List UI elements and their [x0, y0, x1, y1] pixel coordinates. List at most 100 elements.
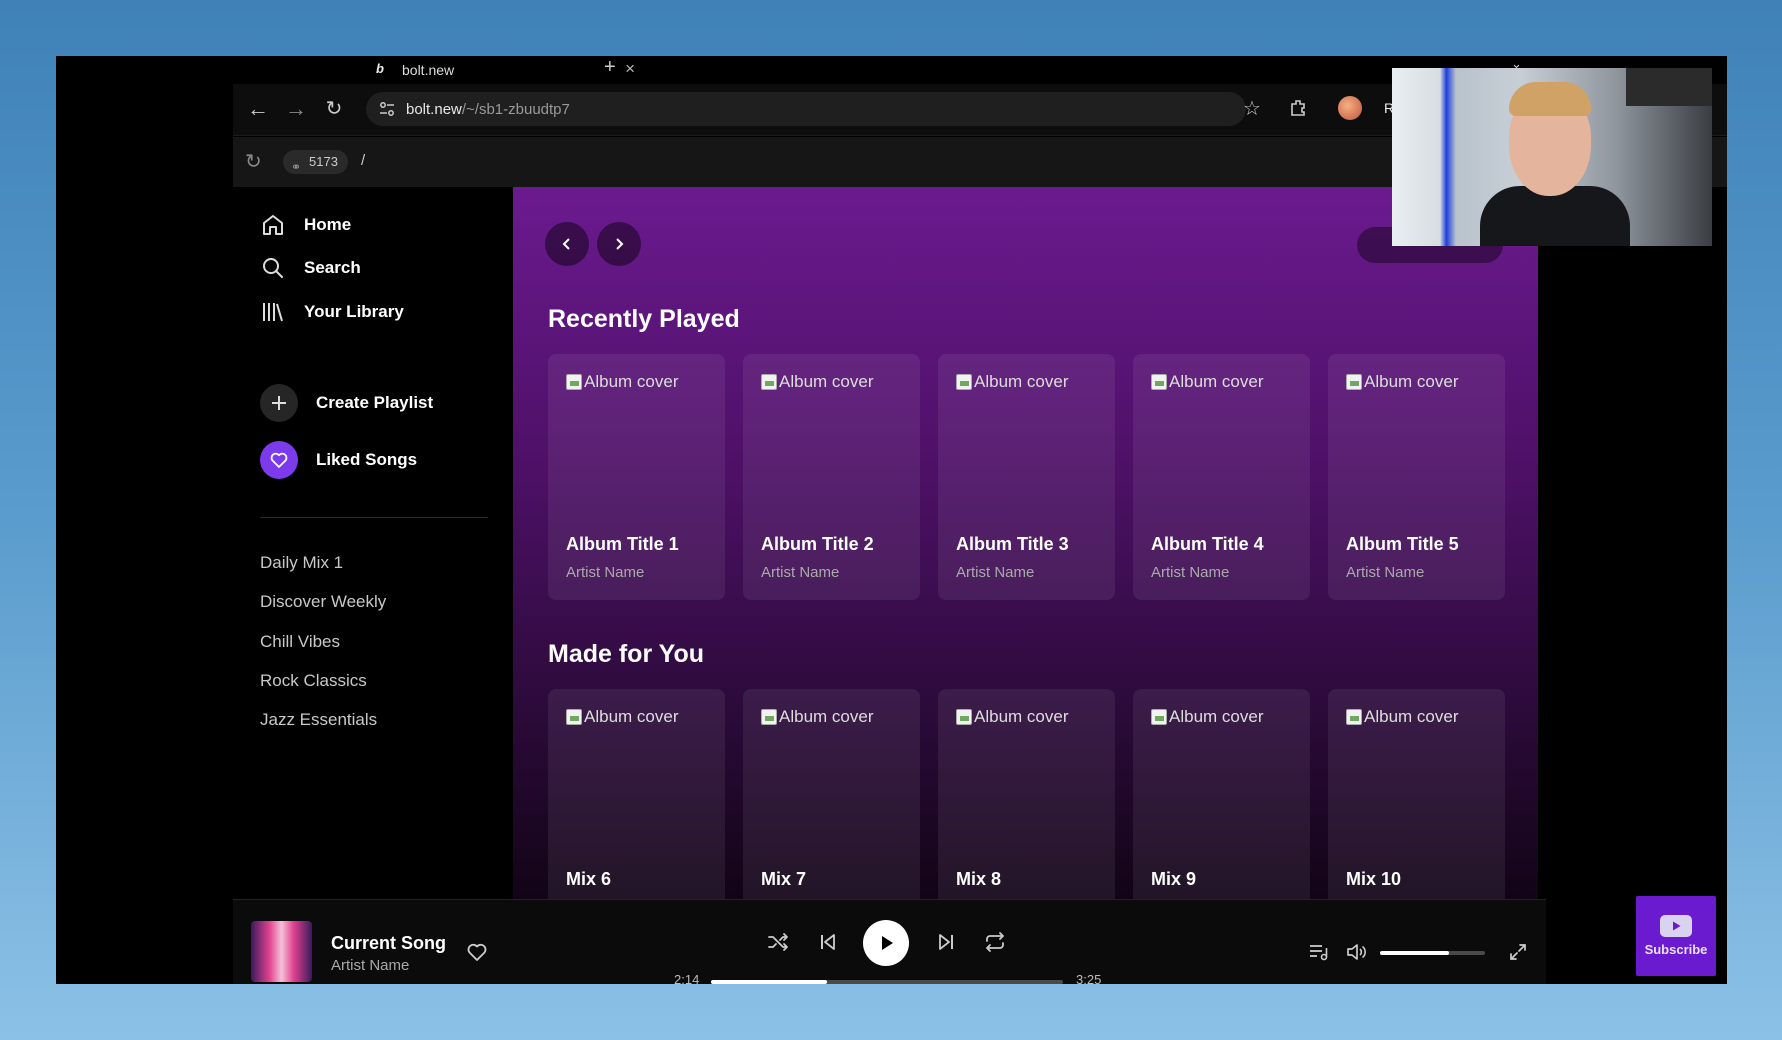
port-number: 5173 — [309, 154, 338, 169]
broken-image-icon — [956, 709, 972, 725]
broken-image-icon — [566, 709, 582, 725]
nav-search[interactable]: Search — [260, 255, 361, 281]
reload-icon[interactable]: ↻ — [321, 96, 347, 122]
playlist-item[interactable]: Jazz Essentials — [260, 710, 377, 730]
now-playing-artist: Artist Name — [331, 957, 410, 974]
preview-reload-icon[interactable]: ↻ — [245, 149, 262, 174]
volume-icon[interactable] — [1345, 942, 1367, 962]
previous-track-icon[interactable] — [816, 930, 840, 954]
url-host: bolt.new — [406, 100, 462, 118]
repeat-icon[interactable] — [983, 930, 1007, 954]
section-title-recently-played: Recently Played — [548, 305, 740, 333]
album-title: Album Title 5 — [1346, 534, 1459, 554]
album-title: Album Title 1 — [566, 534, 679, 554]
album-card[interactable]: Album cover Album Title 2 Artist Name — [743, 354, 920, 600]
mix-card[interactable]: Album cover Mix 9 — [1133, 689, 1310, 899]
subscribe-button[interactable]: Subscribe — [1636, 896, 1716, 976]
webcam-shelf — [1626, 68, 1712, 106]
album-card[interactable]: Album cover Album Title 1 Artist Name — [548, 354, 725, 600]
album-cover: Album cover — [761, 372, 873, 392]
nav-search-label: Search — [304, 258, 361, 277]
album-cover: Album cover — [761, 707, 873, 727]
progress-bar[interactable] — [711, 980, 1063, 984]
nav-library-label: Your Library — [304, 302, 404, 321]
tab-close-icon[interactable]: × — [625, 59, 635, 79]
chevron-right-icon — [616, 238, 624, 250]
subscribe-label: Subscribe — [1644, 942, 1708, 957]
playlist-item[interactable]: Rock Classics — [260, 671, 367, 691]
address-bar[interactable]: bolt.new/~/sb1-zbuudtp7 — [366, 92, 1246, 126]
player-bar: Current Song Artist Name 2:14 3:25 — [233, 899, 1546, 984]
mix-card[interactable]: Album cover Mix 7 — [743, 689, 920, 899]
back-button[interactable] — [545, 222, 589, 266]
album-card[interactable]: Album cover Album Title 5 Artist Name — [1328, 354, 1505, 600]
broken-image-icon — [1151, 374, 1167, 390]
mix-card[interactable]: Album cover Mix 6 — [548, 689, 725, 899]
heart-icon — [260, 441, 298, 479]
nav-home[interactable]: Home — [260, 212, 351, 238]
music-app: Home Search Your Library Create Playlist… — [233, 187, 1546, 899]
volume-slider[interactable] — [1380, 951, 1485, 955]
tab-title: bolt.new — [402, 62, 455, 78]
album-card[interactable]: Album cover Album Title 3 Artist Name — [938, 354, 1115, 600]
forward-button[interactable] — [597, 222, 641, 266]
playlist-item[interactable]: Discover Weekly — [260, 592, 386, 612]
new-tab-button[interactable]: + — [604, 56, 616, 79]
extensions-icon[interactable] — [1289, 98, 1309, 118]
liked-songs-button[interactable]: Liked Songs — [260, 441, 417, 479]
chevron-left-icon — [562, 238, 570, 250]
mix-title: Mix 8 — [956, 869, 1002, 889]
broken-image-icon — [1346, 374, 1362, 390]
album-cover: Album cover — [566, 707, 678, 727]
mix-title: Mix 6 — [566, 869, 612, 889]
album-cover: Album cover — [956, 707, 1068, 727]
shuffle-icon[interactable] — [766, 930, 790, 954]
like-heart-icon[interactable] — [466, 942, 488, 962]
progress-fill — [711, 980, 828, 984]
mix-card[interactable]: Album cover Mix 10 — [1328, 689, 1505, 899]
main-content: Recently Played Album cover Album Title … — [513, 187, 1538, 899]
create-playlist-button[interactable]: Create Playlist — [260, 384, 433, 422]
sidebar-divider — [260, 517, 488, 518]
forward-arrow-icon[interactable]: → — [283, 96, 309, 122]
sidebar: Home Search Your Library Create Playlist… — [233, 187, 513, 899]
port-badge[interactable]: ⚭ 5173 — [283, 150, 348, 174]
preview-path[interactable]: / — [361, 152, 365, 169]
playlist-item[interactable]: Daily Mix 1 — [260, 553, 343, 573]
section-title-made-for-you: Made for You — [548, 640, 705, 668]
next-track-icon[interactable] — [934, 930, 958, 954]
album-title: Album Title 2 — [761, 534, 874, 554]
mix-card[interactable]: Album cover Mix 8 — [938, 689, 1115, 899]
profile-avatar[interactable] — [1338, 96, 1362, 120]
total-duration: 3:25 — [1076, 972, 1102, 984]
album-cover: Album cover — [1346, 707, 1458, 727]
nav-library[interactable]: Your Library — [260, 299, 404, 325]
browser-tab[interactable]: b bolt.new × — [336, 56, 641, 84]
back-arrow-icon[interactable]: ← — [245, 96, 271, 122]
album-title: Album Title 3 — [956, 534, 1069, 554]
play-button[interactable] — [863, 920, 909, 966]
site-settings-icon[interactable] — [378, 100, 396, 118]
album-artist: Artist Name — [1346, 564, 1425, 581]
liked-songs-label: Liked Songs — [316, 450, 418, 469]
album-artist: Artist Name — [566, 564, 645, 581]
album-card[interactable]: Album cover Album Title 4 Artist Name — [1133, 354, 1310, 600]
queue-icon[interactable] — [1308, 942, 1330, 962]
album-title: Album Title 4 — [1151, 534, 1264, 554]
album-cover: Album cover — [1151, 707, 1263, 727]
elapsed-time: 2:14 — [674, 972, 700, 984]
broken-image-icon — [566, 374, 582, 390]
broken-image-icon — [956, 374, 972, 390]
mix-title: Mix 7 — [761, 869, 807, 889]
playlist-item[interactable]: Chill Vibes — [260, 632, 340, 652]
youtube-play-icon — [1660, 915, 1692, 937]
now-playing-art — [251, 921, 312, 982]
album-artist: Artist Name — [1151, 564, 1230, 581]
album-cover: Album cover — [956, 372, 1068, 392]
broken-image-icon — [1151, 709, 1167, 725]
bolt-favicon-icon: b — [376, 61, 384, 76]
fullscreen-icon[interactable] — [1508, 942, 1528, 962]
volume-fill — [1380, 951, 1450, 955]
plus-icon — [260, 384, 298, 422]
bookmark-star-icon[interactable]: ☆ — [1243, 96, 1261, 121]
